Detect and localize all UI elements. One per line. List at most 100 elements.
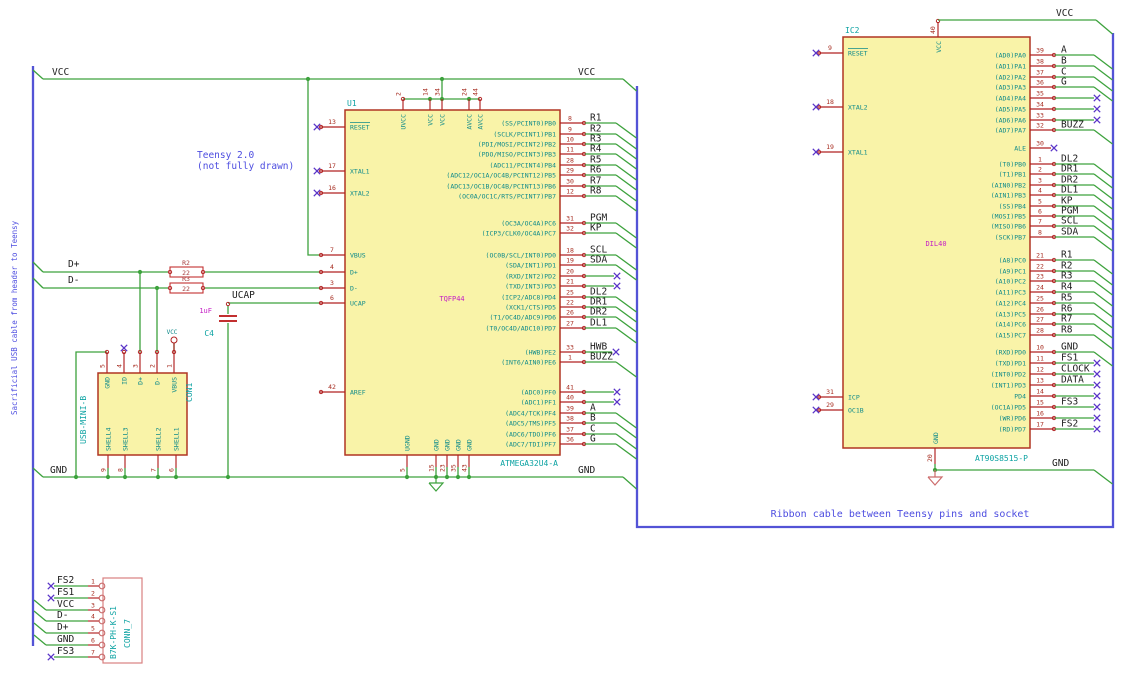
net-label-gnd[interactable]: GND	[1061, 342, 1078, 353]
conn7-ref[interactable]: CONN_7	[123, 619, 132, 648]
vcc-symbol-label[interactable]: VCC	[167, 329, 178, 336]
conn7-value[interactable]: B7K-PH-K-S1	[109, 606, 118, 659]
net-label-r1[interactable]: R1	[590, 113, 602, 124]
wire[interactable]	[32, 69, 44, 80]
ic2-component[interactable]: IC2DIL40AT90S8515-P9RESET18XTAL219XTAL13…	[812, 8, 1113, 486]
net-label-data[interactable]: DATA	[1061, 375, 1084, 386]
net-label-fs1[interactable]: FS1	[57, 587, 74, 598]
bus-entry[interactable]	[1093, 334, 1113, 350]
bus-entry[interactable]	[1093, 236, 1113, 252]
u1-ref[interactable]: U1	[347, 99, 357, 108]
net-label-r7[interactable]: R7	[1061, 314, 1072, 325]
net-label-scl[interactable]: SCL	[1061, 216, 1078, 227]
resistor-r3-ref[interactable]: R3	[182, 275, 190, 283]
vcc-label[interactable]: VCC	[578, 67, 595, 78]
net-label-dplus[interactable]: D+	[68, 259, 80, 270]
net-label-fs2[interactable]: FS2	[57, 575, 74, 586]
net-label-gnd[interactable]: GND	[57, 634, 74, 645]
bus-entry[interactable]	[33, 610, 47, 622]
net-label-b[interactable]: B	[1061, 56, 1067, 67]
note-usb-cable[interactable]: Sacrificial USB cable from header to Tee…	[10, 220, 19, 415]
bus-entry[interactable]	[33, 622, 47, 634]
bus-entry[interactable]	[1093, 65, 1113, 81]
net-label-buzz[interactable]: BUZZ	[1061, 120, 1084, 131]
vcc-label[interactable]: VCC	[52, 67, 69, 78]
u1-value[interactable]: TQFP44	[439, 295, 464, 303]
c4-ref[interactable]: C4	[204, 329, 214, 338]
net-label-r3[interactable]: R3	[1061, 271, 1072, 282]
bus-entry[interactable]	[1095, 19, 1113, 35]
vcc-power-symbol[interactable]: VCC	[167, 329, 178, 352]
net-label-dl1[interactable]: DL1	[1061, 185, 1078, 196]
wire[interactable]	[32, 467, 44, 478]
vcc-label[interactable]: VCC	[1056, 8, 1073, 19]
net-label-vcc[interactable]: VCC	[57, 599, 74, 610]
net-label-r5[interactable]: R5	[1061, 293, 1072, 304]
con1-ref[interactable]: CON1	[185, 383, 194, 402]
gnd-label[interactable]: GND	[578, 465, 595, 476]
bus-entry[interactable]	[1093, 469, 1113, 485]
net-label-sda[interactable]: SDA	[590, 255, 607, 266]
pin-number: 8	[117, 468, 125, 472]
net-label-fs3[interactable]: FS3	[57, 646, 74, 657]
con1-value[interactable]: USB-MINI-B	[79, 396, 88, 444]
gnd-label[interactable]: GND	[50, 465, 67, 476]
net-label-kp[interactable]: KP	[590, 223, 602, 234]
bus-entry[interactable]	[33, 599, 47, 611]
usb-connector[interactable]: CON1 USB-MINI-B 5 GND 4 ID 3 D+ 2 D- 1 VBUS 9 SHELL4 8…	[79, 344, 194, 477]
net-label-fs1[interactable]: FS1	[1061, 353, 1078, 364]
bus-entry[interactable]	[615, 361, 637, 378]
net-label-a[interactable]: A	[1061, 45, 1067, 56]
bus-entry[interactable]	[1093, 54, 1113, 70]
net-label-g[interactable]: G	[1061, 77, 1067, 88]
net-label-sda[interactable]: SDA	[1061, 227, 1078, 238]
wire[interactable]	[32, 261, 44, 273]
net-label-dl1[interactable]: DL1	[590, 318, 607, 329]
resistor-r3-value[interactable]: 22	[182, 285, 190, 293]
u1-component[interactable]: U1TQFP44ATMEGA32U4-A13RESET17XTAL116XTAL…	[313, 88, 637, 477]
net-label-g[interactable]: G	[590, 434, 596, 445]
bus-entry[interactable]	[1093, 129, 1113, 145]
u1-part[interactable]: ATMEGA32U4-A	[500, 459, 558, 468]
note-teensy-1[interactable]: Teensy 2.0	[197, 150, 254, 161]
capacitor-c4[interactable]: 1uF C4	[199, 307, 237, 338]
bus-entry[interactable]	[1093, 302, 1113, 318]
net-label-dr2[interactable]: DR2	[590, 307, 607, 318]
net-label-r6[interactable]: R6	[590, 165, 602, 176]
net-label-r4[interactable]: R4	[1061, 282, 1073, 293]
net-label-ucap[interactable]: UCAP	[232, 290, 255, 301]
resistor-r3[interactable]: R322	[169, 275, 204, 294]
net-label-r1[interactable]: R1	[1061, 250, 1073, 261]
bus-entry[interactable]	[33, 634, 47, 646]
net-label-dr1[interactable]: DR1	[1061, 164, 1078, 175]
resistor-r2-ref[interactable]: R2	[182, 259, 190, 267]
conn7-connector[interactable]: B7K-PH-K-S1 CONN_7 1 FS2 2 FS1 3 VCC 4 D- 5 D+ 6 GND 7…	[33, 575, 143, 664]
net-label-d-[interactable]: D-	[57, 610, 68, 621]
net-label-buzz[interactable]: BUZZ	[590, 352, 613, 363]
wire[interactable]	[622, 476, 637, 490]
net-label-fs3[interactable]: FS3	[1061, 397, 1078, 408]
note-teensy-2[interactable]: (not fully drawn)	[197, 161, 294, 172]
net-label-b[interactable]: B	[590, 413, 596, 424]
c4-value[interactable]: 1uF	[199, 307, 212, 315]
pin-number: 22	[1036, 263, 1044, 271]
net-label-d+[interactable]: D+	[57, 622, 69, 633]
net-label-r8[interactable]: R8	[590, 186, 602, 197]
note-ribbon-cable[interactable]: Ribbon cable between Teensy pins and soc…	[771, 509, 1030, 520]
ic2-ref[interactable]: IC2	[845, 26, 860, 35]
bus-entry[interactable]	[1093, 259, 1113, 275]
wire[interactable]	[307, 79, 320, 256]
net-label-r4[interactable]: R4	[590, 144, 602, 155]
net-label-clock[interactable]: CLOCK	[1061, 364, 1090, 375]
pin-number: 14	[422, 88, 430, 96]
gnd-label[interactable]: GND	[1052, 458, 1069, 469]
ic2-value[interactable]: DIL40	[925, 240, 946, 248]
wire[interactable]	[32, 277, 44, 289]
pin-number: 40	[929, 26, 937, 34]
ic2-part[interactable]: AT90S8515-P	[975, 454, 1028, 463]
bus-entry[interactable]	[1093, 291, 1113, 307]
net-label-r8[interactable]: R8	[1061, 325, 1073, 336]
wire[interactable]	[622, 78, 637, 92]
net-label-fs2[interactable]: FS2	[1061, 419, 1078, 430]
net-label-dminus[interactable]: D-	[68, 275, 79, 286]
